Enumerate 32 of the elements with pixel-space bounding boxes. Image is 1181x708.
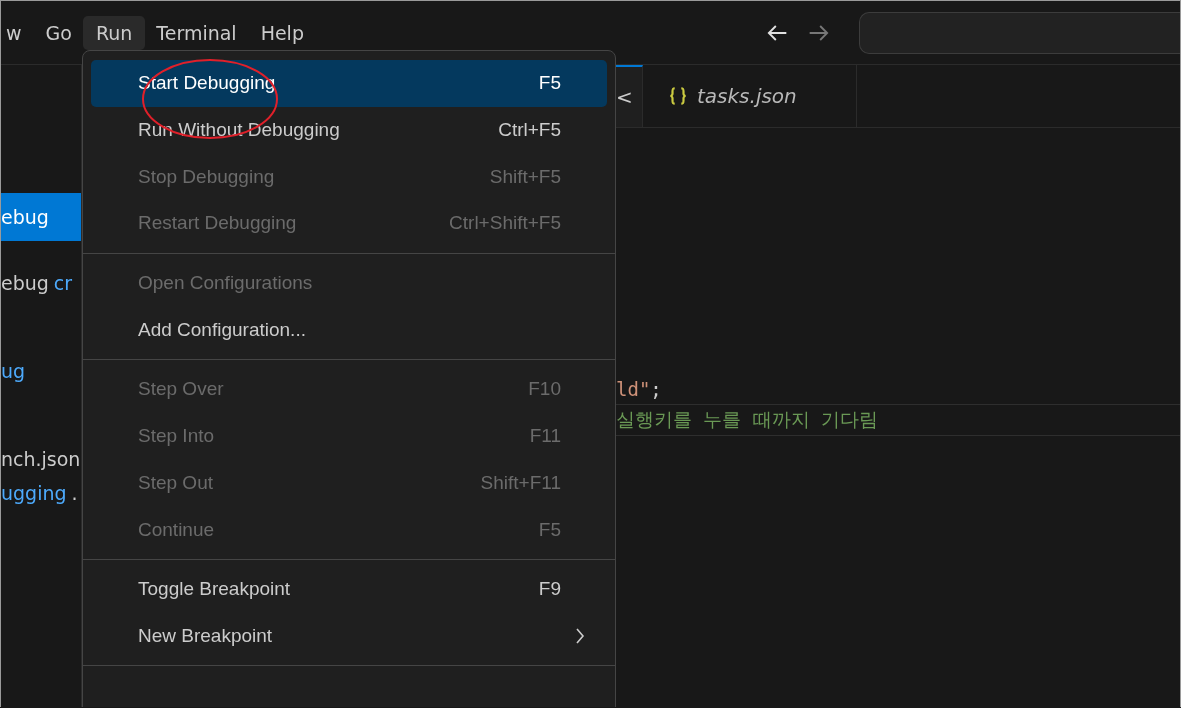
shortcut-text: F10 [528,378,561,401]
shortcut-text: Ctrl+Shift+F5 [449,212,561,235]
link[interactable]: ug [1,360,26,382]
menu-bar-item[interactable]: Terminal [143,15,250,50]
shortcut-text: F5 [538,72,561,95]
tab[interactable]: < [616,65,643,127]
menu-bar-item[interactable]: Go [32,15,85,50]
text: ebug [1,206,49,228]
link[interactable]: cr [53,272,73,294]
code-line: 실행키를 누를 때까지 기다림 [616,407,879,432]
text: ebug [1,272,49,294]
text: nch.json [1,448,81,470]
shortcut-text: F5 [538,518,561,541]
menu-bar-item[interactable]: Run [82,15,146,50]
menu-item[interactable]: Add Configuration... [91,306,607,354]
link[interactable]: ugging [1,482,67,504]
shortcut-text: Shift+F11 [480,471,561,494]
text: . [71,482,78,504]
braces-icon [667,85,689,107]
menu-item[interactable]: New Breakpoint [91,612,607,660]
menu-item[interactable]: Run Without Debugging Ctrl+F5 [91,106,607,154]
menu-item[interactable]: Toggle Breakpoint F9 [91,565,607,613]
search-field[interactable] [859,11,1180,54]
code-line: ld"; [616,377,662,400]
shortcut-text: Shift+F5 [489,165,561,188]
menu-bar-item[interactable]: w [1,15,35,50]
shortcut-text: F9 [538,578,561,601]
shortcut-text: F11 [529,425,561,448]
shortcut-text: Ctrl+F5 [498,119,561,142]
tab[interactable]: tasks.json [643,65,857,127]
selected-item[interactable]: ebug [1,193,81,241]
menu-bar-item[interactable]: Help [247,15,317,50]
